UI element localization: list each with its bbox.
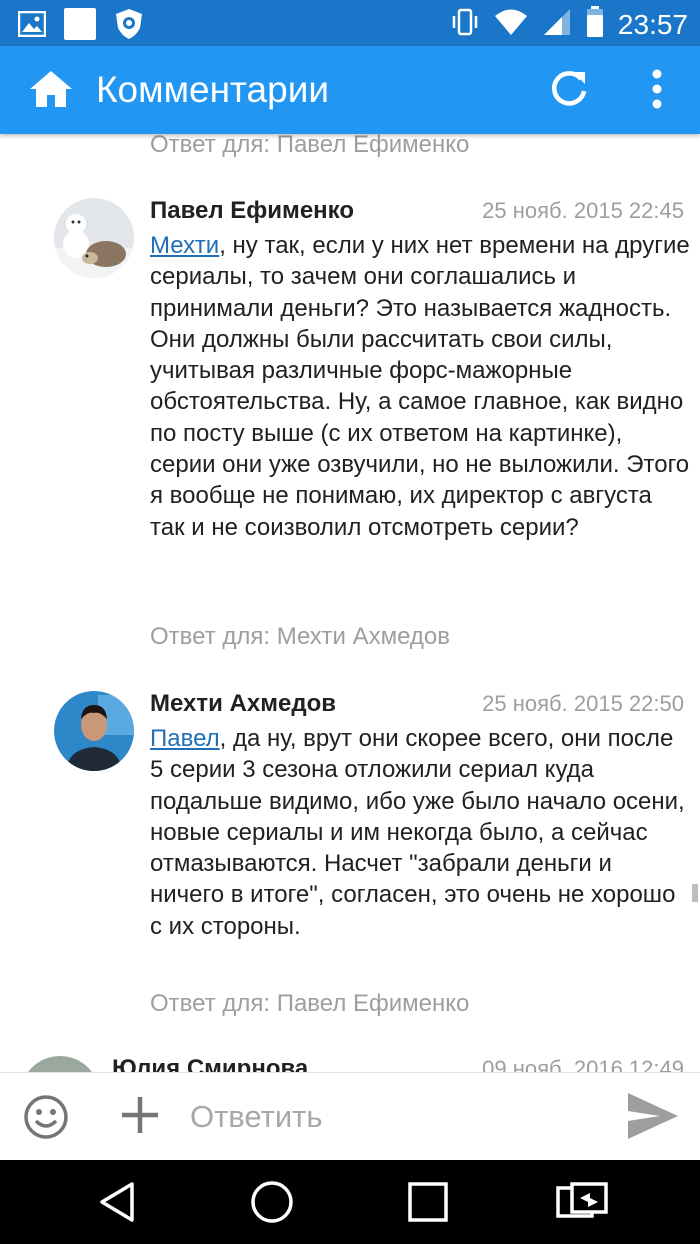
app-bar: Комментарии bbox=[0, 46, 700, 134]
clock: 23:57 bbox=[617, 8, 688, 40]
vibrate-icon bbox=[450, 7, 480, 42]
scroll-indicator[interactable] bbox=[692, 884, 698, 902]
reply-to-link[interactable]: Ответ для: Павел Ефименко bbox=[150, 134, 469, 160]
home-icon bbox=[28, 69, 74, 114]
reply-to-link[interactable]: Ответ для: Павел Ефименко bbox=[150, 989, 469, 1019]
send-button[interactable] bbox=[624, 1091, 682, 1145]
battery-icon bbox=[586, 6, 604, 43]
home-button[interactable] bbox=[26, 66, 76, 116]
avatar[interactable] bbox=[20, 1056, 100, 1072]
shield-icon bbox=[114, 8, 144, 45]
screen-rotate-icon bbox=[556, 1181, 608, 1227]
page-title: Комментарии bbox=[96, 69, 330, 110]
home-circle-icon bbox=[249, 1179, 295, 1230]
comment-date: 25 нояб. 2015 22:50 bbox=[482, 691, 684, 716]
emoji-icon bbox=[22, 1095, 70, 1145]
avatar[interactable] bbox=[54, 691, 134, 771]
comment-body: Павел, да ну, врут они скорее всего, они… bbox=[150, 723, 690, 942]
refresh-icon bbox=[549, 69, 589, 114]
reply-composer bbox=[0, 1072, 700, 1160]
home-nav-button[interactable] bbox=[246, 1178, 298, 1230]
refresh-button[interactable] bbox=[544, 66, 594, 116]
overflow-menu-button[interactable] bbox=[632, 66, 682, 116]
system-nav-bar bbox=[0, 1160, 700, 1244]
mention-link[interactable]: Павел bbox=[150, 725, 220, 752]
gallery-icon bbox=[17, 10, 47, 42]
signal-icon bbox=[542, 7, 572, 42]
mention-link[interactable]: Мехти bbox=[150, 232, 219, 259]
recents-button[interactable] bbox=[402, 1178, 454, 1230]
comment-date: 25 нояб. 2015 22:45 bbox=[482, 198, 684, 223]
send-icon bbox=[624, 1093, 680, 1145]
status-bar: 23:57 bbox=[0, 0, 700, 46]
white-square-icon bbox=[64, 8, 96, 45]
add-icon bbox=[118, 1097, 162, 1141]
comments-feed[interactable]: Ответ для: Павел Ефименко Павел Ефименко… bbox=[0, 134, 700, 1072]
comment-author[interactable]: Павел Ефименко bbox=[150, 196, 354, 226]
comment-text: , да ну, врут они скорее всего, они посл… bbox=[150, 725, 685, 940]
recents-icon bbox=[406, 1180, 450, 1229]
comment-author[interactable]: Мехти Ахмедов bbox=[150, 689, 336, 719]
wifi-icon bbox=[494, 8, 528, 41]
avatar[interactable] bbox=[54, 198, 134, 278]
attach-button[interactable] bbox=[118, 1093, 164, 1139]
emoji-button[interactable] bbox=[22, 1093, 72, 1143]
comment-author[interactable]: Юлия Смирнова bbox=[112, 1054, 308, 1072]
comment-text: , ну так, если у них нет времени на друг… bbox=[150, 232, 690, 541]
comment-body: Мехти, ну так, если у них нет времени на… bbox=[150, 230, 690, 543]
reply-to-link[interactable]: Ответ для: Мехти Ахмедов bbox=[150, 622, 450, 652]
reply-input[interactable] bbox=[190, 1095, 590, 1139]
comment-date: 09 нояб. 2016 12:49 bbox=[482, 1056, 684, 1072]
back-button[interactable] bbox=[92, 1178, 144, 1230]
screen-rotate-button[interactable] bbox=[556, 1178, 608, 1230]
back-icon bbox=[96, 1180, 140, 1229]
more-vert-icon bbox=[651, 69, 663, 114]
